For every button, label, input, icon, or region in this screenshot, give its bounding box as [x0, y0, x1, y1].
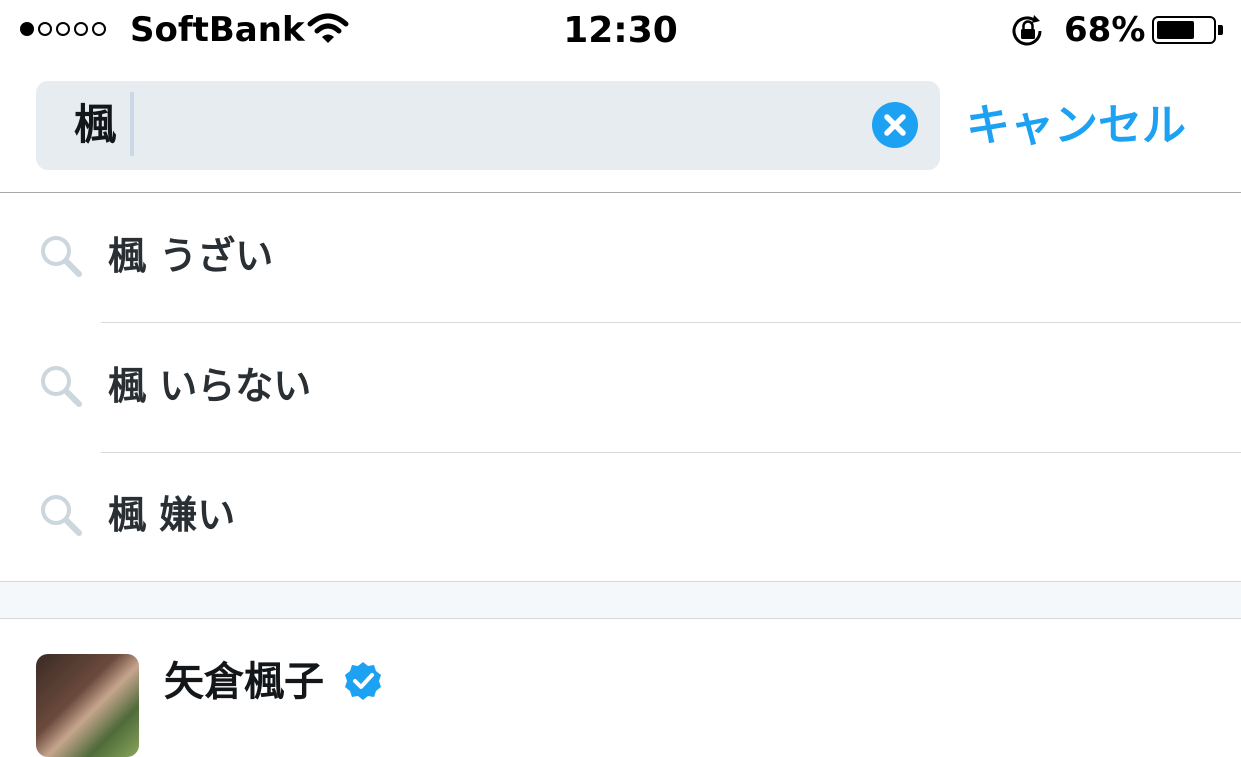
- suggestion-item[interactable]: 楓 うざい: [0, 193, 1241, 323]
- cancel-button[interactable]: キャンセル: [966, 96, 1186, 156]
- search-icon: [41, 495, 82, 536]
- status-time: 12:30: [563, 10, 678, 51]
- status-bar: SoftBank 12:30 68%: [0, 0, 1241, 64]
- verified-badge-icon: [345, 662, 381, 700]
- search-icon: [41, 366, 82, 407]
- clear-search-button[interactable]: [872, 102, 918, 148]
- battery-icon: [1152, 16, 1216, 44]
- battery-fill: [1157, 21, 1194, 39]
- avatar: [36, 654, 139, 757]
- search-input[interactable]: 楓: [36, 81, 940, 170]
- suggestion-item[interactable]: 楓 いらない: [0, 323, 1241, 453]
- user-result-item[interactable]: 矢倉楓子: [0, 618, 1241, 757]
- suggestion-text: 楓 いらない: [108, 364, 312, 408]
- clear-icon: [884, 114, 906, 136]
- suggestion-text: 楓 うざい: [108, 234, 274, 278]
- section-divider: [0, 581, 1241, 619]
- text-caret: [130, 92, 134, 156]
- user-name: 矢倉楓子: [164, 659, 324, 705]
- battery-percentage: 68%: [1064, 10, 1146, 50]
- battery-tip: [1218, 25, 1223, 35]
- search-icon: [41, 236, 82, 277]
- suggestion-item[interactable]: 楓 嫌い: [0, 452, 1241, 582]
- rotation-lock-icon: [1012, 15, 1042, 46]
- suggestion-text: 楓 嫌い: [108, 493, 236, 537]
- search-query[interactable]: 楓: [74, 95, 116, 155]
